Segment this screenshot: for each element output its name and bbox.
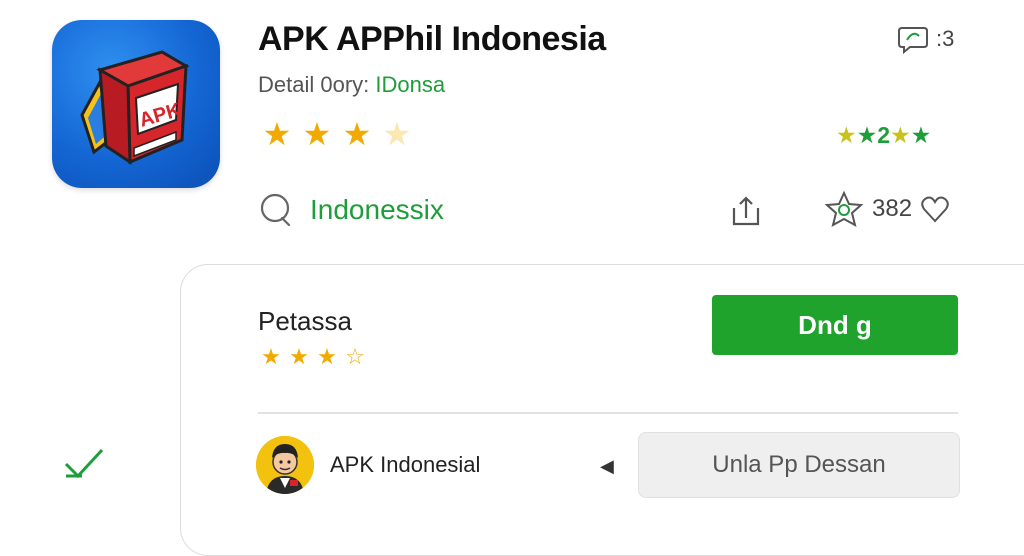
back-arrow-icon[interactable]: ◀ [600, 456, 614, 477]
divider [258, 412, 958, 414]
app-rating-stars: ★ ★ ★ ★ [258, 118, 416, 150]
app-title: APK APPhil Indonesia [258, 20, 606, 58]
badge-count: :3 [936, 26, 955, 51]
star-icon: ★ [289, 344, 309, 369]
share-icon [732, 196, 760, 226]
green-star-icon: ★ [890, 122, 911, 148]
subtitle-prefix: Detail 0ory: [258, 72, 376, 97]
avatar-graphic [256, 436, 314, 494]
card-title: Petassa [258, 306, 352, 336]
star-icon: ★ [262, 116, 292, 152]
star-icon: ★ [317, 344, 337, 369]
star-icon: ☆ [345, 344, 365, 369]
search-row[interactable]: Indonessix [258, 192, 444, 228]
star-icon: ★ [342, 116, 372, 152]
favorites-group[interactable]: 382 [824, 190, 950, 228]
green-rating-value: 2 [877, 122, 891, 148]
search-icon [260, 193, 291, 227]
app-icon[interactable]: APK [52, 20, 220, 188]
developer-avatar[interactable] [256, 436, 314, 494]
subtitle-category-link[interactable]: IDonsa [375, 72, 445, 97]
card-rating-stars: ★ ★ ★ ☆ [258, 346, 368, 368]
green-star-icon: ★ [910, 122, 932, 148]
download-button[interactable]: Dnd g [712, 295, 958, 355]
developer-name[interactable]: APK Indonesial [330, 452, 480, 478]
badge-icon [898, 27, 928, 54]
green-star-icon: ★ [836, 122, 857, 148]
developer-action-button[interactable]: Unla Pp Dessan [638, 432, 960, 498]
badge[interactable]: :3 [896, 24, 954, 54]
apk-box-graphic: APK [80, 50, 190, 165]
search-text: Indonessix [310, 194, 444, 225]
green-rating: ★ ★ 2 ★ ★ [836, 122, 931, 149]
star-icon: ★ [302, 116, 332, 152]
app-subtitle: Detail 0ory: IDonsa [258, 72, 445, 98]
check-icon[interactable] [62, 444, 106, 487]
share-button[interactable] [730, 194, 762, 233]
favorites-count: 382 [872, 195, 913, 222]
heart-icon[interactable] [920, 195, 950, 223]
star-icon: ★ [261, 344, 281, 369]
star-icon: ★ [382, 116, 412, 152]
favorite-star-icon [824, 190, 864, 227]
green-star-icon: ★ [856, 122, 878, 148]
